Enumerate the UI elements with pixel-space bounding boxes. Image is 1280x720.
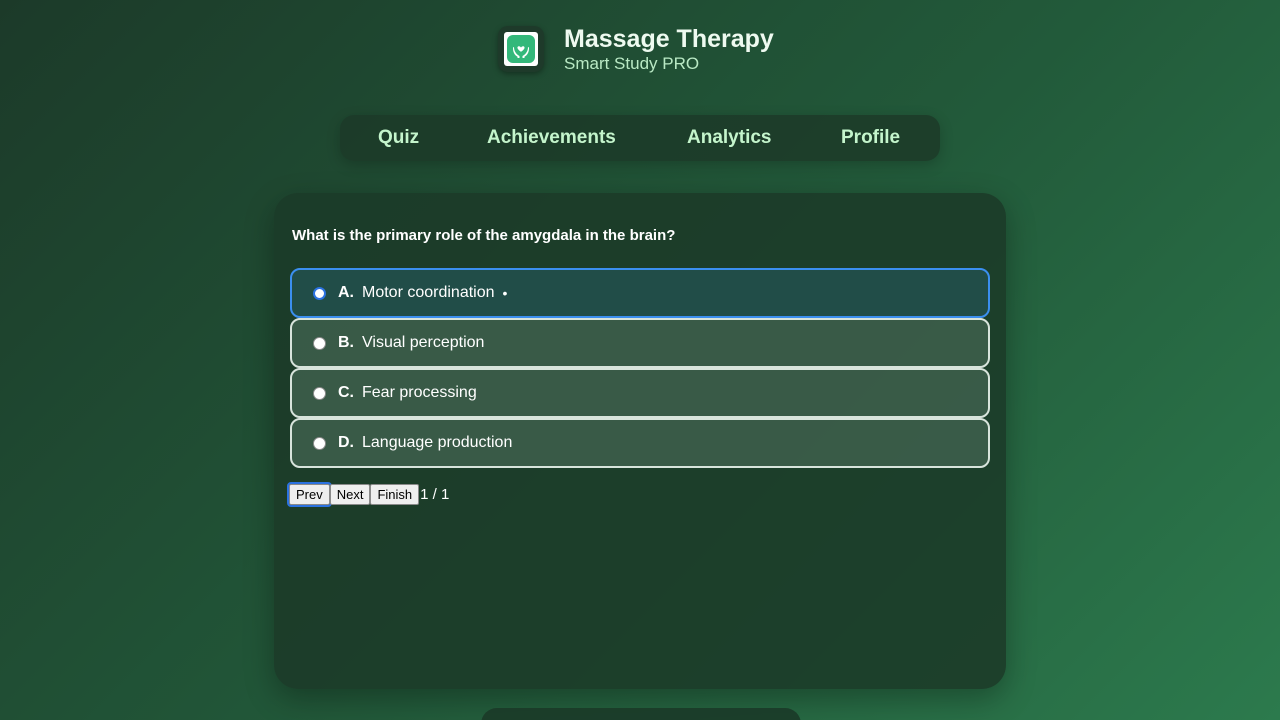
radio-button[interactable] [313,436,326,450]
selected-marker: • [502,285,508,301]
option-text: Visual perception [362,334,485,351]
radio-button[interactable] [313,336,326,350]
app-logo [498,26,544,72]
app-header: Massage Therapy Smart Study PRO [498,24,774,74]
option-letter: B. [338,334,354,351]
question-counter: 1 / 1 [420,486,450,503]
answer-options: A. Motor coordination • B. Visual percep… [290,268,990,468]
main-nav: Quiz Achievements Analytics Profile [340,115,940,161]
nav-tab-quiz[interactable]: Quiz [378,115,419,161]
bottom-panel [481,708,801,720]
option-letter: A. [338,284,354,301]
quiz-controls: Prev Next Finish 1 / 1 [287,482,450,507]
answer-option-a[interactable]: A. Motor coordination • [290,268,990,318]
radio-button[interactable] [313,386,326,400]
option-text: Motor coordination [362,284,495,301]
nav-tab-achievements[interactable]: Achievements [487,115,616,161]
quiz-card: What is the primary role of the amygdala… [274,193,1006,689]
question-text: What is the primary role of the amygdala… [292,227,676,244]
answer-option-b[interactable]: B. Visual perception [290,318,990,368]
app-title: Massage Therapy [564,25,774,53]
radio-button[interactable] [313,286,326,300]
option-text: Fear processing [362,384,477,401]
option-text: Language production [362,434,513,451]
answer-option-d[interactable]: D. Language production [290,418,990,468]
prev-button[interactable]: Prev [287,482,332,507]
answer-option-c[interactable]: C. Fear processing [290,368,990,418]
finish-button[interactable]: Finish [370,484,420,505]
nav-tab-analytics[interactable]: Analytics [687,115,771,161]
next-button[interactable]: Next [329,484,371,505]
hands-heart-icon [507,35,535,63]
app-subtitle: Smart Study PRO [564,54,700,73]
option-letter: C. [338,384,354,401]
nav-tab-profile[interactable]: Profile [841,115,900,161]
option-letter: D. [338,434,354,451]
